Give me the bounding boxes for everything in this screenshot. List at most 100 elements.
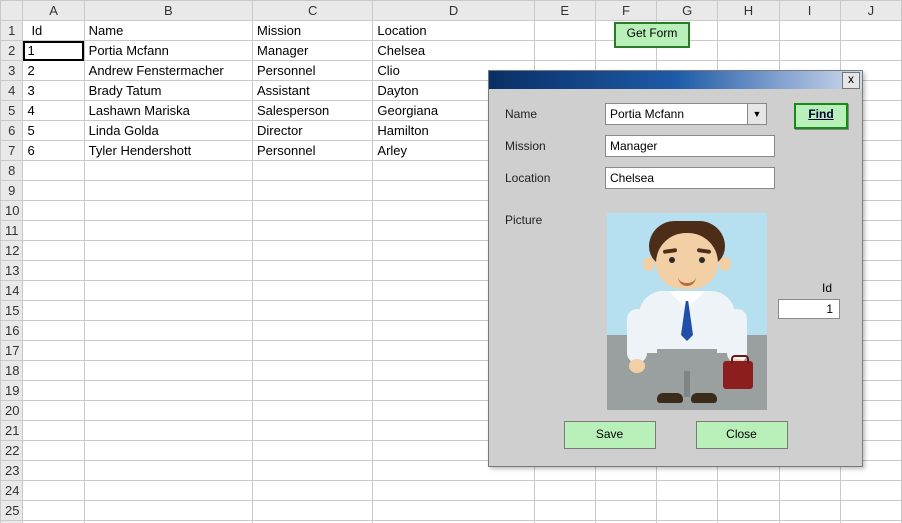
- cell[interactable]: [84, 241, 252, 261]
- cell[interactable]: [23, 501, 84, 521]
- row-header[interactable]: 2: [1, 41, 23, 61]
- select-all-cell[interactable]: [1, 1, 23, 21]
- cell[interactable]: [84, 321, 252, 341]
- cell[interactable]: [657, 481, 718, 501]
- cell[interactable]: Assistant: [253, 81, 373, 101]
- row-header[interactable]: 1: [1, 21, 23, 41]
- cell[interactable]: [23, 261, 84, 281]
- cell[interactable]: 1: [23, 41, 84, 61]
- cell[interactable]: [23, 341, 84, 361]
- cell[interactable]: [23, 381, 84, 401]
- cell[interactable]: [253, 161, 373, 181]
- cell[interactable]: 2: [23, 61, 84, 81]
- row-header[interactable]: 13: [1, 261, 23, 281]
- cell[interactable]: [534, 41, 595, 61]
- cell[interactable]: [534, 501, 595, 521]
- cell[interactable]: [253, 221, 373, 241]
- row-header[interactable]: 18: [1, 361, 23, 381]
- name-combobox[interactable]: Portia Mcfann ▼: [605, 103, 767, 125]
- cell[interactable]: [779, 481, 840, 501]
- cell[interactable]: [253, 341, 373, 361]
- row-header[interactable]: 21: [1, 421, 23, 441]
- cell[interactable]: [23, 361, 84, 381]
- cell[interactable]: [779, 41, 840, 61]
- row-header[interactable]: 23: [1, 461, 23, 481]
- dialog-titlebar[interactable]: x: [489, 71, 862, 89]
- cell[interactable]: [253, 201, 373, 221]
- cell[interactable]: [84, 261, 252, 281]
- cell[interactable]: [253, 261, 373, 281]
- cell[interactable]: [84, 501, 252, 521]
- col-header-B[interactable]: B: [84, 1, 252, 21]
- id-field[interactable]: 1: [778, 299, 840, 319]
- cell[interactable]: 6: [23, 141, 84, 161]
- cell[interactable]: [84, 181, 252, 201]
- row-header[interactable]: 17: [1, 341, 23, 361]
- cell[interactable]: Personnel: [253, 61, 373, 81]
- col-header-D[interactable]: D: [373, 1, 534, 21]
- cell[interactable]: [840, 501, 901, 521]
- cell[interactable]: [253, 421, 373, 441]
- row-header[interactable]: 11: [1, 221, 23, 241]
- cell[interactable]: [253, 181, 373, 201]
- row-header[interactable]: 16: [1, 321, 23, 341]
- chevron-down-icon[interactable]: ▼: [747, 104, 766, 124]
- cell[interactable]: [779, 501, 840, 521]
- cell[interactable]: [84, 461, 252, 481]
- row-header[interactable]: 15: [1, 301, 23, 321]
- cell[interactable]: Mission: [253, 21, 373, 41]
- cell[interactable]: [23, 201, 84, 221]
- cell[interactable]: [84, 301, 252, 321]
- row-header[interactable]: 14: [1, 281, 23, 301]
- cell[interactable]: [373, 481, 534, 501]
- row-header[interactable]: 22: [1, 441, 23, 461]
- cell[interactable]: [253, 381, 373, 401]
- row-header[interactable]: 6: [1, 121, 23, 141]
- cell[interactable]: [84, 441, 252, 461]
- cell[interactable]: [253, 501, 373, 521]
- row-header[interactable]: 5: [1, 101, 23, 121]
- save-button[interactable]: Save: [564, 421, 656, 449]
- cell[interactable]: [23, 301, 84, 321]
- row-header[interactable]: 4: [1, 81, 23, 101]
- cell[interactable]: 3: [23, 81, 84, 101]
- col-header-G[interactable]: G: [657, 1, 718, 21]
- cell[interactable]: [534, 21, 595, 41]
- cell[interactable]: Brady Tatum: [84, 81, 252, 101]
- cell[interactable]: [595, 481, 656, 501]
- col-header-A[interactable]: A: [23, 1, 84, 21]
- cell[interactable]: [840, 41, 901, 61]
- col-header-C[interactable]: C: [253, 1, 373, 21]
- cell[interactable]: Portia Mcfann: [84, 41, 252, 61]
- cell[interactable]: [23, 481, 84, 501]
- dialog-close-x[interactable]: x: [842, 72, 860, 89]
- cell[interactable]: Manager: [253, 41, 373, 61]
- col-header-H[interactable]: H: [718, 1, 779, 21]
- cell[interactable]: [23, 441, 84, 461]
- cell[interactable]: [534, 481, 595, 501]
- cell[interactable]: [23, 281, 84, 301]
- cell[interactable]: Lashawn Mariska: [84, 101, 252, 121]
- cell[interactable]: Linda Golda: [84, 121, 252, 141]
- cell[interactable]: [84, 161, 252, 181]
- cell[interactable]: [23, 401, 84, 421]
- col-header-J[interactable]: J: [840, 1, 901, 21]
- cell[interactable]: [253, 481, 373, 501]
- cell[interactable]: [840, 481, 901, 501]
- cell[interactable]: Tyler Hendershott: [84, 141, 252, 161]
- cell[interactable]: [84, 341, 252, 361]
- cell[interactable]: [84, 481, 252, 501]
- cell[interactable]: Location: [373, 21, 534, 41]
- cell[interactable]: [23, 221, 84, 241]
- cell[interactable]: [253, 441, 373, 461]
- cell[interactable]: [84, 361, 252, 381]
- cell[interactable]: [373, 501, 534, 521]
- cell[interactable]: [84, 281, 252, 301]
- row-header[interactable]: 7: [1, 141, 23, 161]
- cell[interactable]: 4: [23, 101, 84, 121]
- cell[interactable]: [84, 381, 252, 401]
- cell[interactable]: [84, 421, 252, 441]
- row-header[interactable]: 12: [1, 241, 23, 261]
- cell[interactable]: [84, 401, 252, 421]
- cell[interactable]: [253, 241, 373, 261]
